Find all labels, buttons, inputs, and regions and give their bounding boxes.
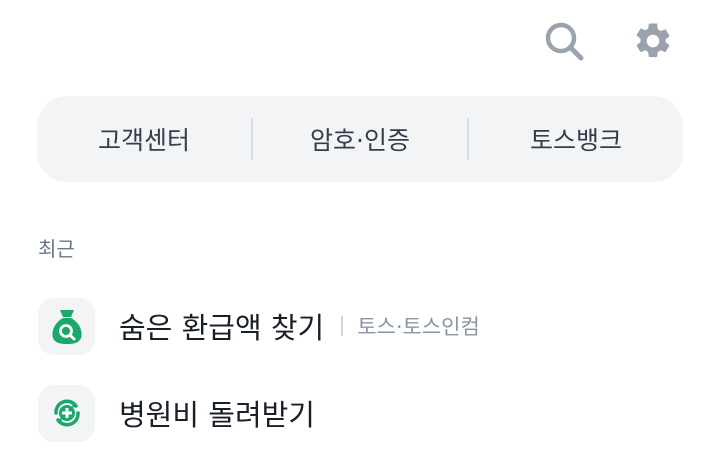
settings-button[interactable] [630,18,676,64]
item-separator [341,316,344,336]
item-icon-container [38,384,95,442]
quick-menu-password-auth[interactable]: 암호·인증 [253,96,467,182]
search-icon [545,22,584,61]
item-icon-container [38,297,95,355]
recent-item-title: 병원비 돌려받기 [119,398,315,432]
recent-section-title: 최근 [38,237,75,261]
money-bag-search-icon [51,310,82,344]
recent-item-title: 숨은 환급액 찾기 [119,311,325,345]
gear-icon [636,23,670,58]
search-button[interactable] [541,18,587,64]
quick-menu: 고객센터 암호·인증 토스뱅크 [37,96,683,182]
recent-item-subtitle: 토스·토스인컴 [357,315,480,339]
recent-item-medical-refund[interactable]: 병원비 돌려받기 [38,384,688,442]
quick-menu-customer-center[interactable]: 고객센터 [37,96,251,182]
top-bar [0,0,720,90]
quick-menu-toss-bank[interactable]: 토스뱅크 [469,96,683,182]
medical-refund-icon [53,399,80,427]
recent-item-hidden-refund[interactable]: 숨은 환급액 찾기 토스·토스인컴 [38,297,688,355]
